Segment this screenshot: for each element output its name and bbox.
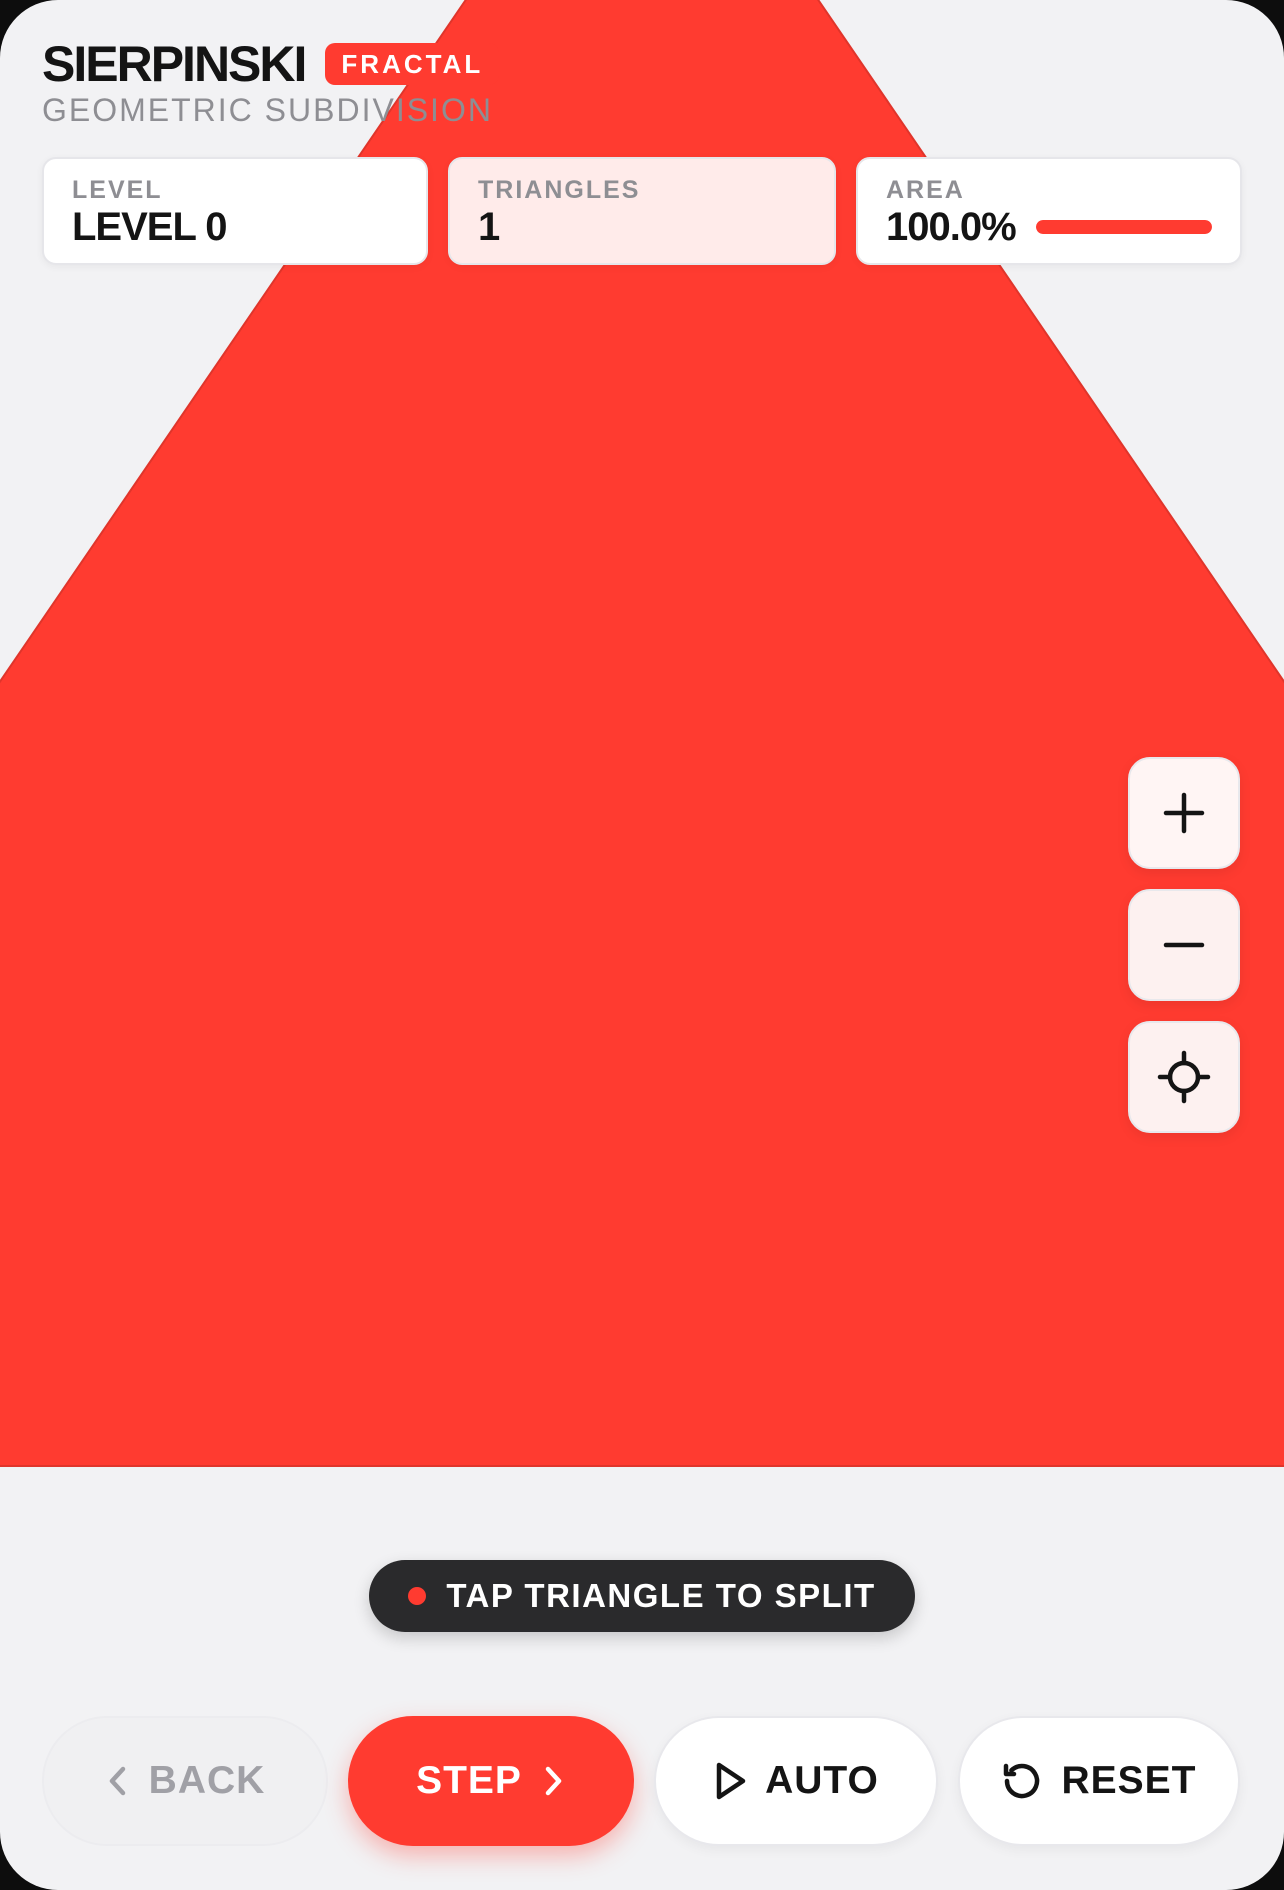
level-value: LEVEL 0: [72, 205, 228, 249]
hint-text: TAP TRIANGLE TO SPLIT: [446, 1577, 876, 1614]
area-progress-bar: [1036, 220, 1212, 234]
zoom-out-button[interactable]: [1128, 889, 1240, 1001]
reset-icon: [1004, 1763, 1040, 1799]
triangles-label: TRIANGLES: [478, 176, 641, 204]
plus-icon: [1163, 792, 1205, 834]
recenter-button[interactable]: [1128, 1021, 1240, 1133]
back-button[interactable]: BACK: [42, 1716, 328, 1846]
area-progress-fill: [1036, 220, 1212, 234]
crosshair-icon: [1157, 1050, 1211, 1104]
step-label: STEP: [416, 1759, 522, 1802]
header-title-row: SIERPINSKI FRACTAL: [42, 36, 500, 92]
back-label: BACK: [148, 1759, 266, 1802]
zoom-in-button[interactable]: [1128, 757, 1240, 869]
triangles-stat-card: TRIANGLES 1: [448, 157, 836, 265]
play-icon: [716, 1762, 746, 1800]
fractal-badge: FRACTAL: [325, 43, 500, 85]
level-label: LEVEL: [72, 176, 163, 204]
hint-dot: [408, 1587, 427, 1605]
step-button[interactable]: STEP: [348, 1716, 634, 1846]
area-value: 100.0%: [886, 205, 1017, 249]
app-title: SIERPINSKI: [42, 36, 307, 92]
area-stat-card: AREA 100.0%: [856, 157, 1242, 265]
reset-button[interactable]: RESET: [958, 1716, 1240, 1846]
minus-icon: [1163, 942, 1205, 948]
triangles-value: 1: [478, 205, 500, 249]
app-screen: SIERPINSKI FRACTAL GEOMETRIC SUBDIVISION…: [0, 0, 1284, 1890]
chevron-left-icon: [109, 1766, 125, 1796]
chevron-right-icon: [545, 1766, 562, 1796]
area-label: AREA: [886, 176, 965, 204]
auto-play-button[interactable]: AUTO: [654, 1716, 938, 1846]
auto-label: AUTO: [765, 1759, 879, 1802]
app-subtitle: GEOMETRIC SUBDIVISION: [42, 92, 493, 128]
reset-label: RESET: [1061, 1759, 1197, 1802]
level-stat-card: LEVEL LEVEL 0: [42, 157, 428, 265]
split-hint-toast: TAP TRIANGLE TO SPLIT: [369, 1560, 915, 1632]
